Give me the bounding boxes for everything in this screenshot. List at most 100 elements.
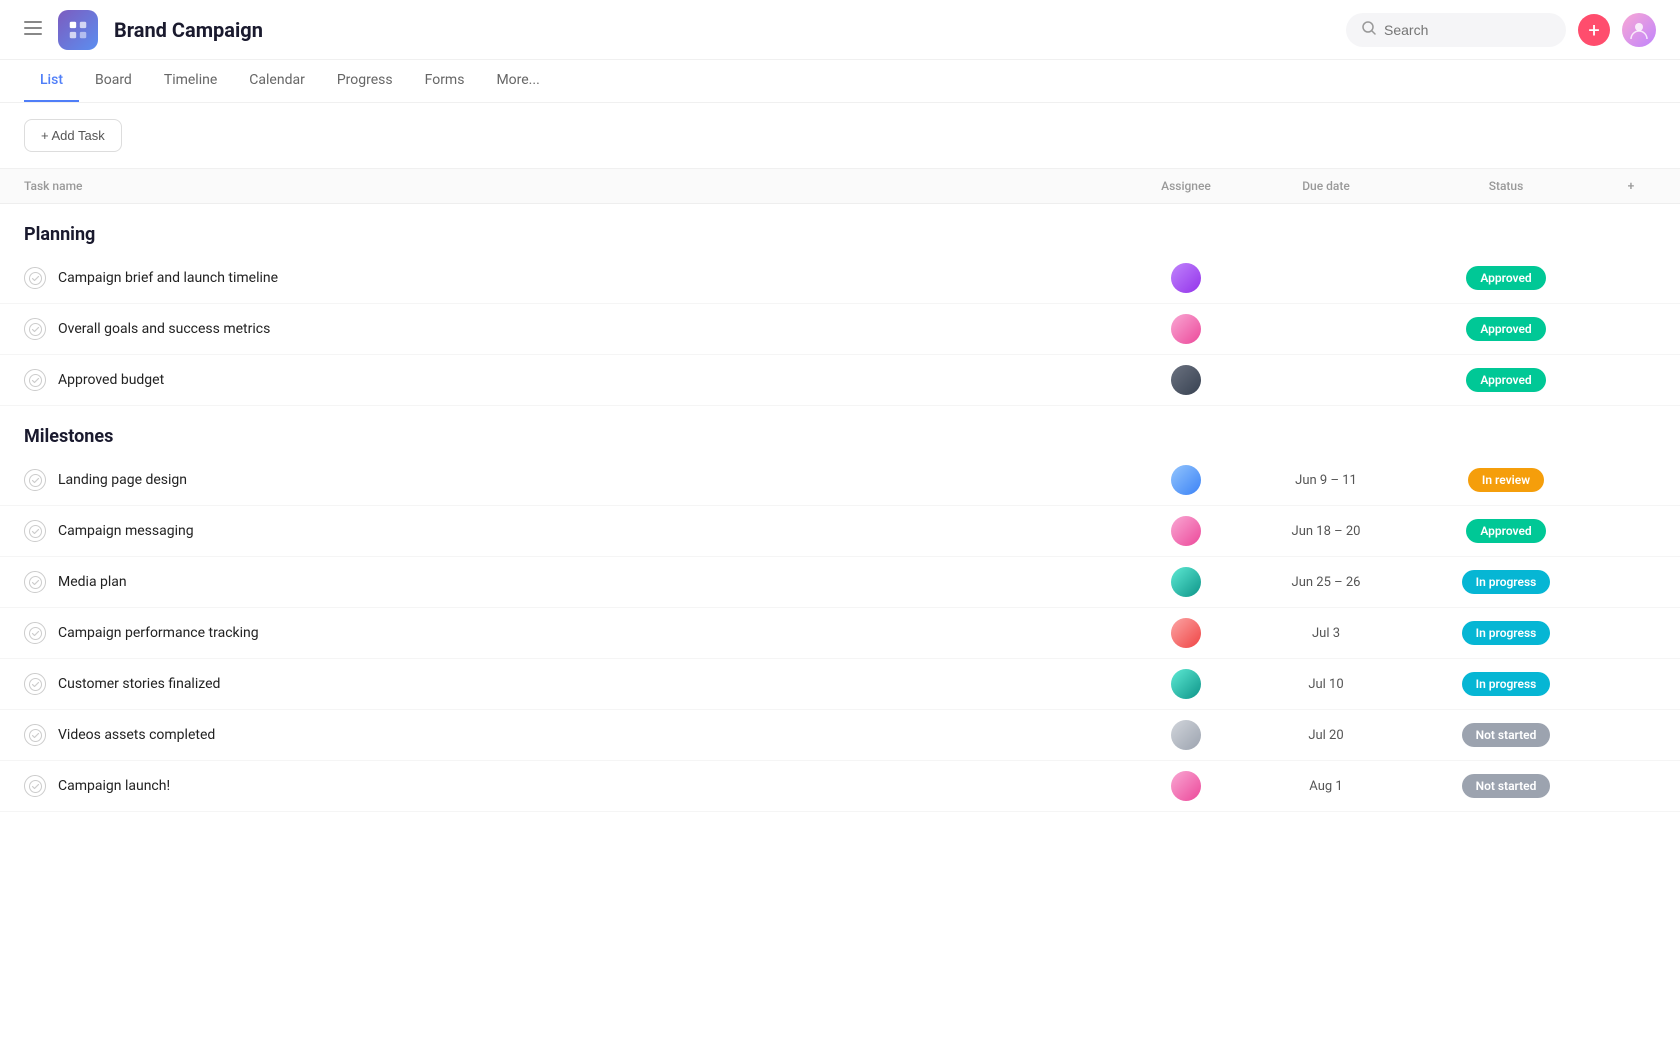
status-cell: Approved <box>1406 368 1606 392</box>
toolbar: + Add Task <box>0 103 1680 169</box>
nav-tabs: List Board Timeline Calendar Progress Fo… <box>0 60 1680 103</box>
assignee-cell <box>1126 314 1246 344</box>
table-row: Overall goals and success metrics Approv… <box>0 304 1680 355</box>
due-date-cell: Jun 9 – 11 <box>1246 473 1406 488</box>
assignee-cell <box>1126 567 1246 597</box>
due-date-cell: Jul 20 <box>1246 728 1406 743</box>
task-check-icon[interactable] <box>24 318 46 340</box>
task-check-icon[interactable] <box>24 775 46 797</box>
avatar <box>1171 720 1201 750</box>
due-date-cell: Jul 10 <box>1246 677 1406 692</box>
avatar <box>1171 314 1201 344</box>
assignee-cell <box>1126 720 1246 750</box>
search-box[interactable] <box>1346 13 1566 47</box>
avatar <box>1171 771 1201 801</box>
task-check-icon[interactable] <box>24 571 46 593</box>
col-status: Status <box>1406 179 1606 193</box>
tab-forms[interactable]: Forms <box>409 60 481 102</box>
table-row: Campaign performance tracking Jul 3 In p… <box>0 608 1680 659</box>
table-row: Videos assets completed Jul 20 Not start… <box>0 710 1680 761</box>
task-name-cell: Videos assets completed <box>24 724 1126 746</box>
section-milestones-title: Milestones <box>24 426 113 447</box>
table-row: Landing page design Jun 9 – 11 In review <box>0 455 1680 506</box>
header: Brand Campaign + <box>0 0 1680 60</box>
due-date-cell: Aug 1 <box>1246 779 1406 794</box>
status-cell: In progress <box>1406 621 1606 645</box>
status-cell: In progress <box>1406 672 1606 696</box>
avatar <box>1171 618 1201 648</box>
task-check-icon[interactable] <box>24 469 46 491</box>
task-check-icon[interactable] <box>24 267 46 289</box>
section-milestones: Milestones <box>0 406 1680 455</box>
task-name-label: Media plan <box>58 574 127 590</box>
avatar <box>1171 365 1201 395</box>
avatar <box>1171 465 1201 495</box>
app-logo <box>58 10 98 50</box>
avatar <box>1171 669 1201 699</box>
task-name-cell: Campaign messaging <box>24 520 1126 542</box>
status-cell: Approved <box>1406 317 1606 341</box>
assignee-cell <box>1126 771 1246 801</box>
status-cell: Not started <box>1406 774 1606 798</box>
status-cell: In progress <box>1406 570 1606 594</box>
section-planning: Planning <box>0 204 1680 253</box>
assignee-cell <box>1126 618 1246 648</box>
task-name-label: Campaign messaging <box>58 523 194 539</box>
status-cell: Not started <box>1406 723 1606 747</box>
col-task-name: Task name <box>24 179 1126 193</box>
status-badge: In progress <box>1462 672 1551 696</box>
table-header: Task name Assignee Due date Status + <box>0 169 1680 204</box>
section-planning-title: Planning <box>24 224 95 245</box>
menu-icon[interactable] <box>24 19 42 40</box>
table-row: Customer stories finalized Jul 10 In pro… <box>0 659 1680 710</box>
table-row: Campaign messaging Jun 18 – 20 Approved <box>0 506 1680 557</box>
tab-board[interactable]: Board <box>79 60 148 102</box>
avatar <box>1171 263 1201 293</box>
task-name-cell: Media plan <box>24 571 1126 593</box>
search-input[interactable] <box>1384 22 1550 38</box>
status-badge: Approved <box>1466 519 1545 543</box>
task-name-cell: Campaign brief and launch timeline <box>24 267 1126 289</box>
tab-progress[interactable]: Progress <box>321 60 409 102</box>
task-check-icon[interactable] <box>24 724 46 746</box>
col-assignee: Assignee <box>1126 179 1246 193</box>
tab-calendar[interactable]: Calendar <box>233 60 321 102</box>
assignee-cell <box>1126 516 1246 546</box>
col-due-date: Due date <box>1246 179 1406 193</box>
header-right: + <box>1346 13 1656 47</box>
due-date-cell: Jun 18 – 20 <box>1246 524 1406 539</box>
task-check-icon[interactable] <box>24 520 46 542</box>
status-badge: Not started <box>1462 723 1551 747</box>
tab-list[interactable]: List <box>24 60 79 102</box>
add-button[interactable]: + <box>1578 14 1610 46</box>
status-cell: Approved <box>1406 519 1606 543</box>
status-badge: In progress <box>1462 570 1551 594</box>
task-name-label: Landing page design <box>58 472 187 488</box>
user-avatar[interactable] <box>1622 13 1656 47</box>
add-task-button[interactable]: + Add Task <box>24 119 122 152</box>
status-badge: In review <box>1468 468 1544 492</box>
task-name-label: Overall goals and success metrics <box>58 321 270 337</box>
assignee-cell <box>1126 669 1246 699</box>
status-badge: Approved <box>1466 368 1545 392</box>
status-badge: In progress <box>1462 621 1551 645</box>
assignee-cell <box>1126 465 1246 495</box>
task-check-icon[interactable] <box>24 622 46 644</box>
table-row: Media plan Jun 25 – 26 In progress <box>0 557 1680 608</box>
task-name-cell: Customer stories finalized <box>24 673 1126 695</box>
due-date-cell: Jul 3 <box>1246 626 1406 641</box>
avatar <box>1171 567 1201 597</box>
task-check-icon[interactable] <box>24 369 46 391</box>
status-badge: Approved <box>1466 317 1545 341</box>
task-check-icon[interactable] <box>24 673 46 695</box>
col-add[interactable]: + <box>1606 179 1656 193</box>
table-row: Approved budget Approved <box>0 355 1680 406</box>
tab-timeline[interactable]: Timeline <box>148 60 233 102</box>
tab-more[interactable]: More... <box>480 60 555 102</box>
task-name-cell: Campaign performance tracking <box>24 622 1126 644</box>
status-badge: Approved <box>1466 266 1545 290</box>
search-icon <box>1362 21 1376 39</box>
task-name-label: Videos assets completed <box>58 727 215 743</box>
assignee-cell <box>1126 263 1246 293</box>
assignee-cell <box>1126 365 1246 395</box>
